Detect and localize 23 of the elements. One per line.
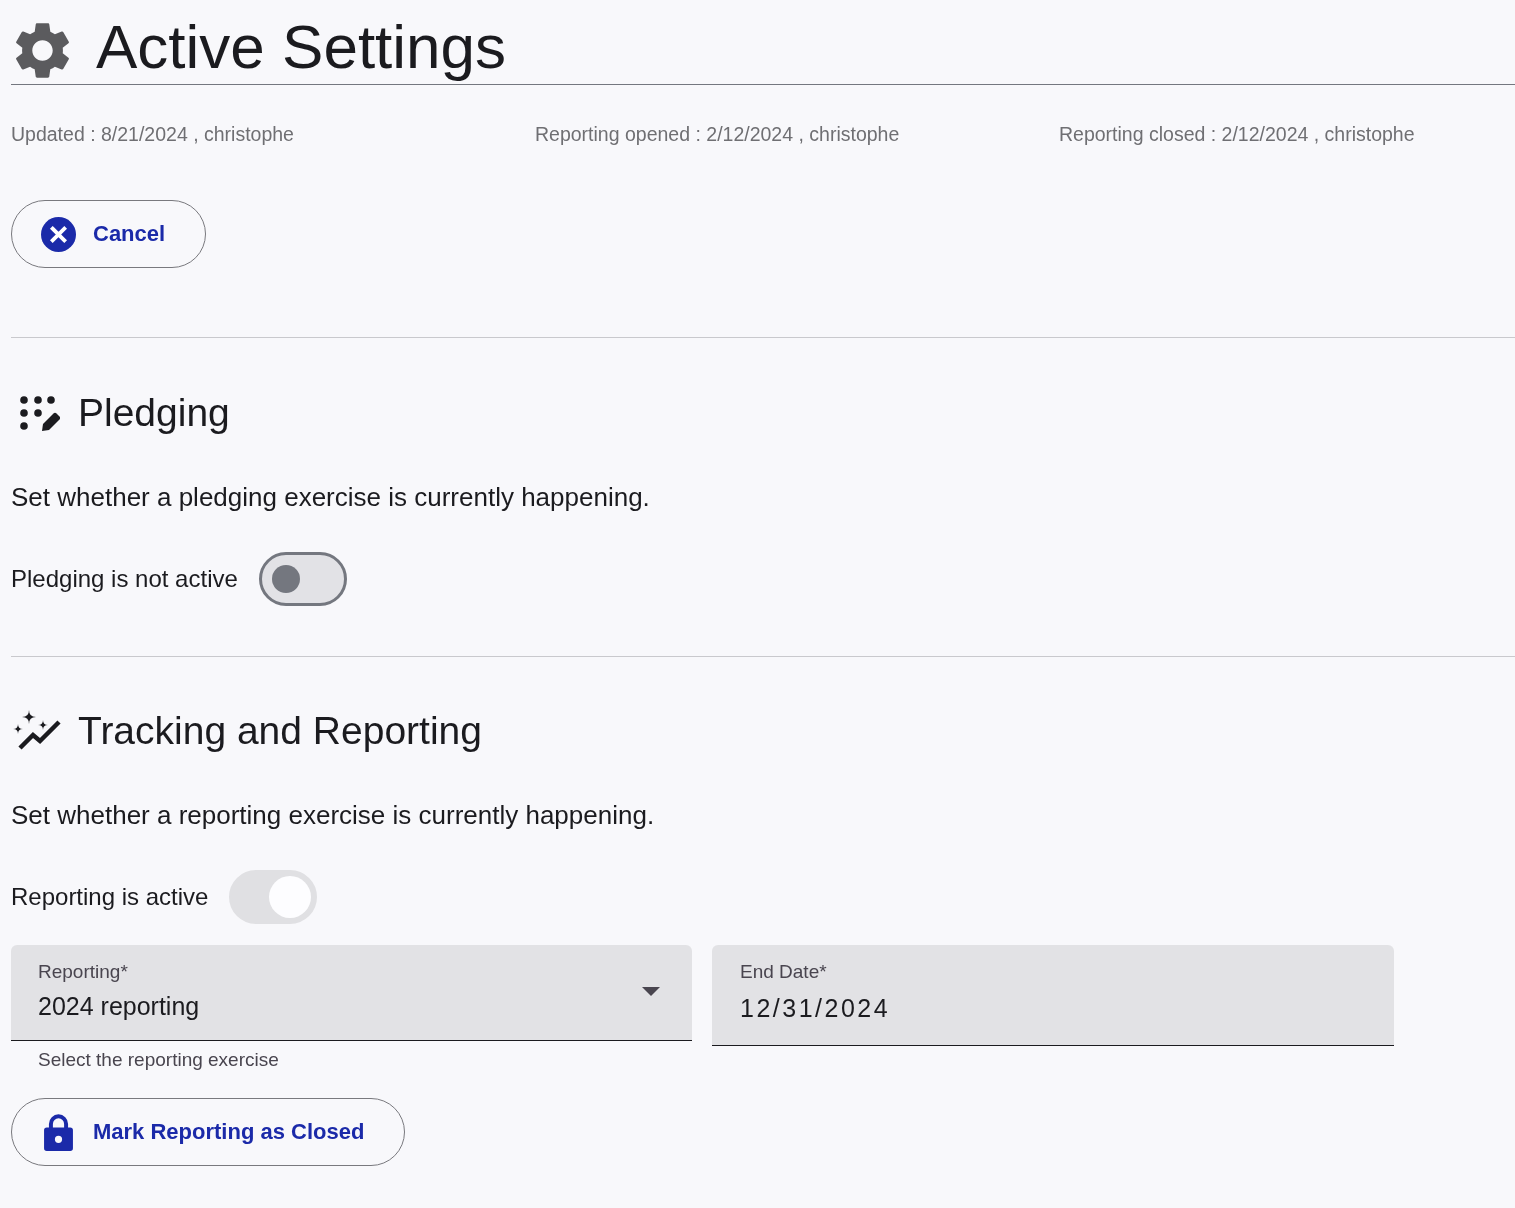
date-field[interactable]: End Date* 12/31/2024 <box>712 945 1394 1046</box>
field-label: Reporting* <box>38 961 128 983</box>
audit-info-text: Updated : 8/21/2024 , christophe <box>11 123 294 145</box>
settings-icon <box>16 21 69 79</box>
section-description: Set whether a pledging exercise is currently happening. <box>11 482 650 512</box>
section-description: Set whether a reporting exercise is currently happening. <box>11 800 655 830</box>
toggle-label: Reporting is active <box>11 882 209 912</box>
section-title: Pledging <box>78 390 230 436</box>
field-value: 2024 reporting <box>38 991 200 1022</box>
page-title: Active Settings <box>96 11 507 83</box>
toggle-switch[interactable] <box>258 552 347 606</box>
audit-info-text: Reporting opened : 2/12/2024 , christophe <box>535 123 900 145</box>
caret-icon <box>642 987 660 996</box>
helper-text: Select the reporting exercise <box>38 1049 279 1070</box>
dots-pencil-icon <box>18 395 60 431</box>
select-field[interactable]: Reporting* 2024 reporting <box>11 945 692 1041</box>
close-icon <box>41 216 76 252</box>
field-label: End Date* <box>740 961 827 983</box>
lock-icon <box>44 1113 73 1151</box>
field-value: 12/31/2024 <box>740 993 891 1024</box>
section-title: Tracking and Reporting <box>78 708 482 754</box>
audit-info-text: Reporting closed : 2/12/2024 , christophe <box>1059 123 1415 145</box>
toggle-label: Pledging is not active <box>11 564 238 594</box>
